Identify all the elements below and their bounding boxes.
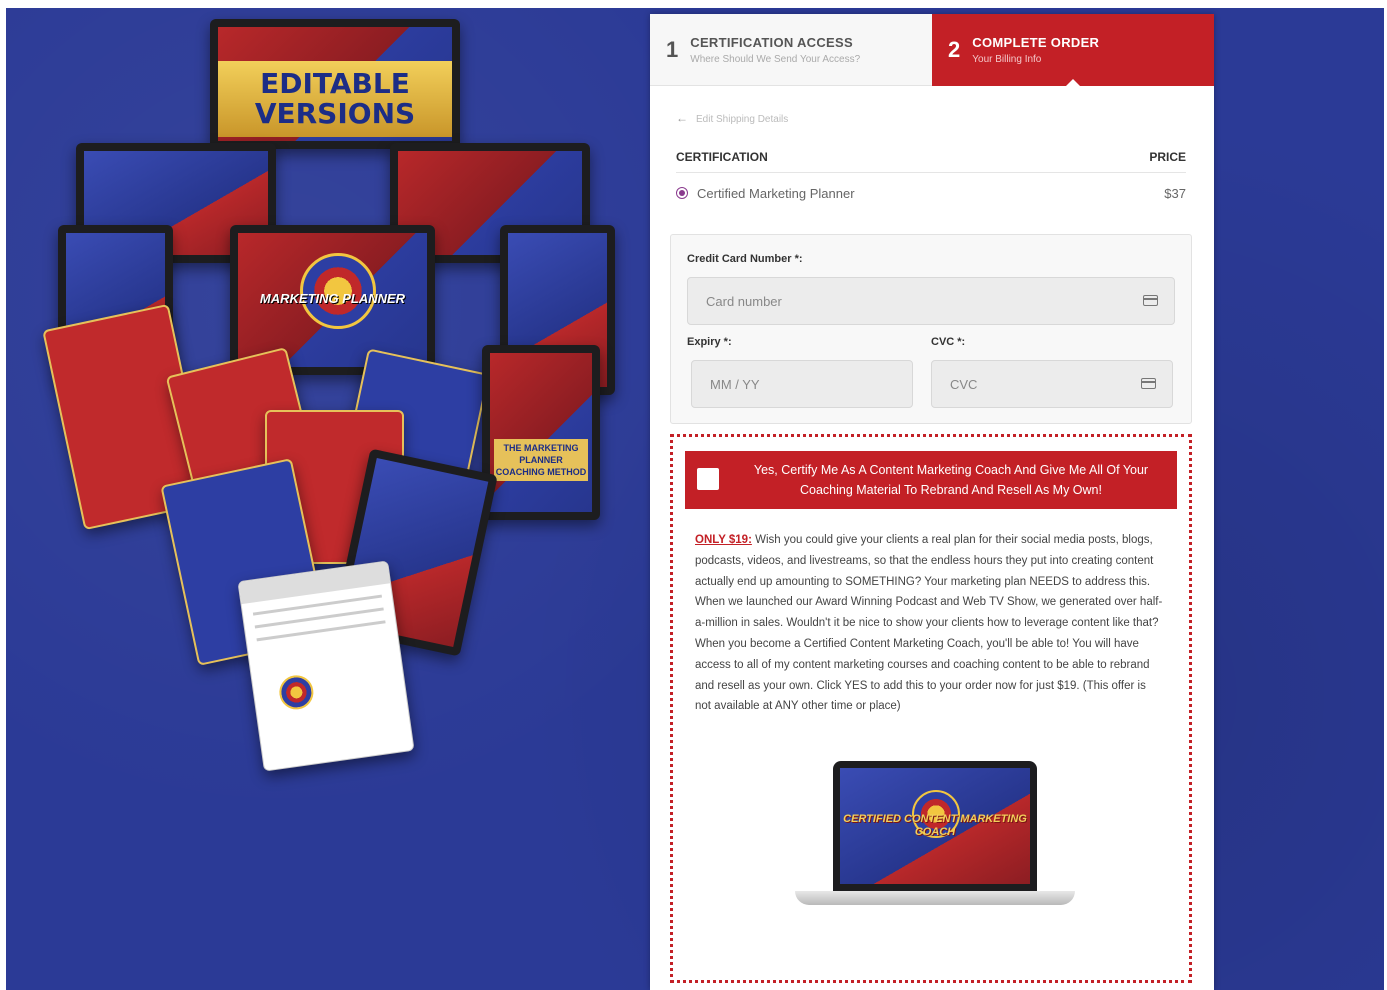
expiry-field[interactable]: MM / YY [691, 360, 913, 408]
column-certification: CERTIFICATION [676, 150, 768, 164]
upsell-checkbox-bar[interactable]: Yes, Certify Me As A Content Marketing C… [685, 451, 1177, 509]
monitor-mockup: EDITABLE VERSIONS [210, 19, 460, 149]
step-number: 2 [948, 37, 961, 62]
upsell-checkbox[interactable] [697, 468, 719, 490]
step-certification-access[interactable]: 1 CERTIFICATION ACCESS Where Should We S… [650, 14, 932, 86]
upsell-checkbox-label: Yes, Certify Me As A Content Marketing C… [753, 463, 1149, 497]
cvc-label: CVC *: [931, 336, 966, 348]
laptop-caption: CERTIFIED CONTENT MARKETING COACH [843, 813, 1027, 838]
expiry-label: Expiry *: [687, 336, 732, 348]
product-collage: EDITABLE VERSIONS MARKETING PLANNER THE … [42, 15, 620, 775]
upsell-body: Wish you could give your clients a real … [695, 534, 1163, 713]
checkout-steps: 1 CERTIFICATION ACCESS Where Should We S… [650, 14, 1214, 87]
cvc-placeholder: CVC [950, 376, 978, 392]
notepad-mockup [237, 560, 415, 772]
column-price: PRICE [1149, 150, 1186, 164]
step-complete-order[interactable]: 2 COMPLETE ORDER Your Billing Info [932, 14, 1214, 87]
order-table-header: CERTIFICATION PRICE [676, 150, 1186, 173]
arrow-left-icon: ← [676, 111, 688, 125]
step-subtitle: Where Should We Send Your Access? [690, 53, 861, 65]
editable-versions-title: EDITABLE VERSIONS [218, 61, 452, 138]
edit-shipping-link[interactable]: ← Edit Shipping Details [676, 111, 788, 125]
laptop-product-image: CERTIFIED CONTENT MARKETING COACH [785, 761, 1085, 941]
item-price: $37 [1164, 186, 1186, 201]
card-number-field[interactable]: Card number [687, 277, 1175, 325]
expiry-placeholder: MM / YY [710, 376, 760, 392]
card-number-label: Credit Card Number *: [687, 253, 803, 265]
step-number: 1 [666, 36, 679, 62]
cvc-field[interactable]: CVC [931, 360, 1173, 408]
upsell-price-highlight: ONLY $19: [695, 534, 752, 546]
coaching-book-title: THE MARKETING PLANNER COACHING METHOD [494, 439, 588, 481]
order-item-row[interactable]: Certified Marketing Planner $37 [676, 186, 1186, 201]
upsell-offer-box: Yes, Certify Me As A Content Marketing C… [670, 434, 1192, 983]
credit-card-icon [1143, 295, 1158, 306]
order-form-card: 1 CERTIFICATION ACCESS Where Should We S… [650, 14, 1214, 990]
upsell-description: ONLY $19: Wish you could give your clien… [695, 530, 1165, 717]
step-title: COMPLETE ORDER [972, 35, 1100, 50]
step-subtitle: Your Billing Info [972, 54, 1042, 65]
program-badge-label: MARKETING PLANNER [259, 291, 406, 306]
credit-card-icon [1141, 378, 1156, 389]
item-radio[interactable] [676, 187, 688, 199]
payment-box: Credit Card Number *: Card number Expiry… [670, 234, 1192, 424]
step-title: CERTIFICATION ACCESS [690, 34, 853, 50]
item-name: Certified Marketing Planner [697, 186, 855, 201]
coaching-tablet: THE MARKETING PLANNER COACHING METHOD [482, 345, 600, 520]
card-number-placeholder: Card number [706, 293, 782, 309]
edit-shipping-label: Edit Shipping Details [696, 114, 789, 125]
